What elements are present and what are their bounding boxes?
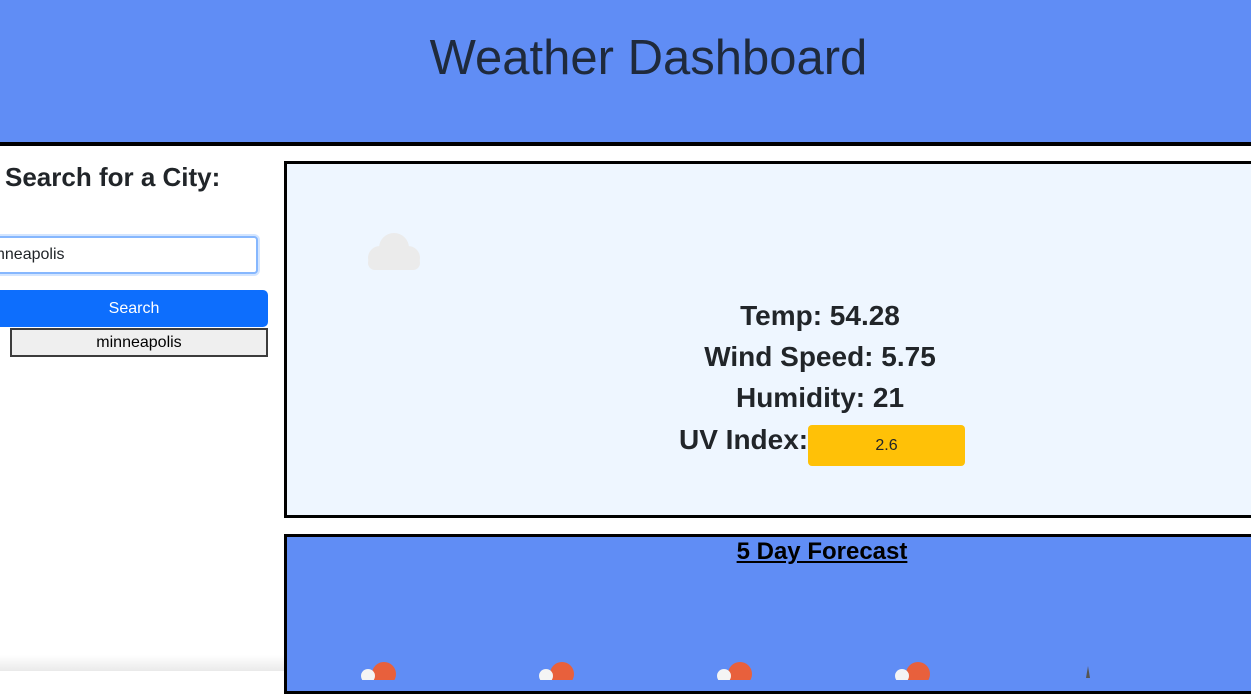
search-button[interactable]: Search	[0, 290, 268, 327]
temperature-value: Temp: 54.28	[740, 300, 900, 331]
history-item-minneapolis[interactable]: minneapolis	[10, 328, 268, 357]
page-title: Weather Dashboard	[429, 31, 868, 85]
search-heading: Search for a City:	[5, 162, 221, 192]
search-button-label: Search	[108, 300, 160, 317]
current-weather-panel	[284, 161, 1251, 518]
uv-index-label: UV Index:	[679, 424, 809, 455]
city-search-input[interactable]: nneapolis	[0, 236, 258, 274]
partly-cloudy-icon	[539, 662, 574, 680]
partly-cloudy-icon	[361, 662, 396, 680]
forecast-title: 5 Day Forecast	[736, 538, 908, 565]
page-header: Weather Dashboard	[0, 0, 1251, 146]
uv-index-badge: 2.6	[808, 425, 965, 466]
partly-cloudy-icon	[717, 662, 752, 680]
rain-icon	[1086, 666, 1090, 678]
bottom-edge-shadow	[0, 655, 284, 671]
partly-cloudy-icon	[895, 662, 930, 680]
humidity-value: Humidity: 21	[735, 382, 905, 413]
wind-speed-value: Wind Speed: 5.75	[704, 341, 936, 372]
search-input-value: nneapolis	[0, 246, 65, 263]
cloud-icon	[368, 233, 420, 270]
